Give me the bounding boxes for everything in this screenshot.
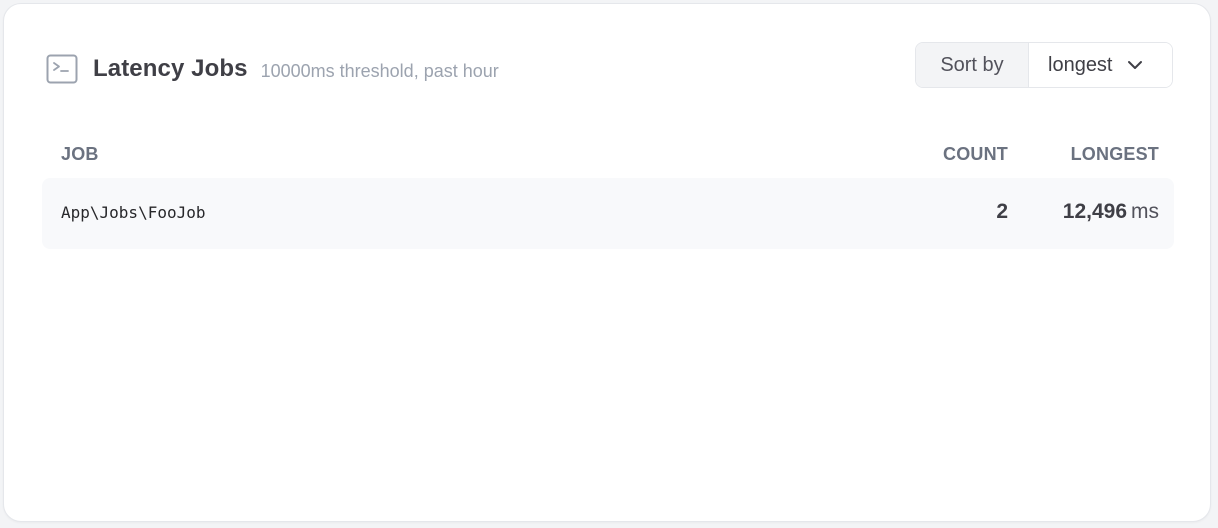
card-subtitle: 10000ms threshold, past hour <box>260 60 499 81</box>
job-name-cell: App\Jobs\FooJob <box>61 203 206 222</box>
table-header: JOB COUNT LONGEST <box>42 134 1174 174</box>
column-header-longest: LONGEST <box>1070 144 1159 164</box>
longest-value: 12,496 <box>1062 200 1127 223</box>
column-header-count: COUNT <box>943 144 1008 164</box>
sort-select[interactable]: longest <box>1029 43 1172 87</box>
column-header-job: JOB <box>61 144 99 164</box>
sort-control: Sort by longest <box>915 42 1173 88</box>
card-title: Latency Jobs <box>93 55 248 82</box>
longest-cell: 12,496 ms <box>1063 200 1159 224</box>
count-cell: 2 <box>996 200 1008 223</box>
table-row: App\Jobs\FooJob 2 12,496 ms <box>42 178 1174 249</box>
latency-jobs-card: Latency Jobs 10000ms threshold, past hou… <box>3 3 1211 522</box>
sort-selected-value: longest <box>1048 53 1113 76</box>
terminal-icon <box>46 53 78 85</box>
longest-unit: ms <box>1131 200 1159 223</box>
card-header: Latency Jobs 10000ms threshold, past hou… <box>46 44 499 94</box>
chevron-down-icon <box>1127 60 1143 70</box>
sort-label: Sort by <box>916 43 1029 87</box>
